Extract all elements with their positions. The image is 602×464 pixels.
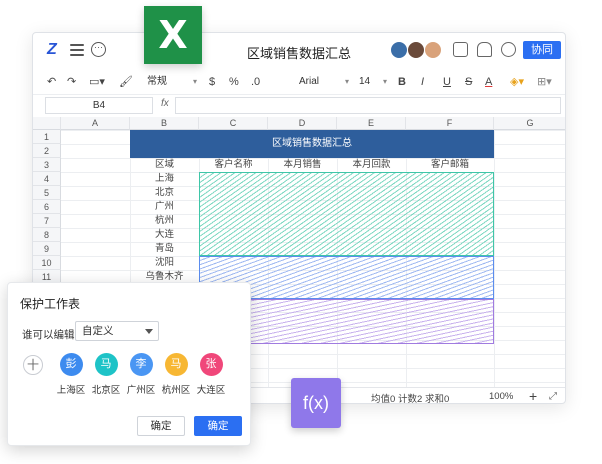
row-header[interactable]: 5 (33, 186, 61, 200)
row-header[interactable]: 7 (33, 214, 61, 228)
column-header[interactable]: B (130, 117, 199, 130)
avatar[interactable] (390, 41, 408, 59)
region-cell[interactable]: 广州 (130, 200, 199, 214)
region-cell[interactable]: 青岛 (130, 242, 199, 256)
fill-color-icon[interactable]: ◈▾ (510, 74, 524, 90)
column-header[interactable]: F (406, 117, 494, 130)
confirm-button[interactable]: 确定 (194, 416, 242, 436)
add-sheet-button[interactable]: + (529, 388, 537, 403)
format-painter-icon[interactable]: 🖌︎ (119, 74, 133, 90)
header-cell[interactable]: 客户名称 (199, 158, 268, 172)
merged-title-cell[interactable]: 区域销售数据汇总 (130, 130, 494, 158)
user-name: 北京区 (91, 385, 121, 396)
protected-range-green[interactable] (199, 172, 494, 256)
row-header[interactable]: 2 (33, 144, 61, 158)
region-cell[interactable]: 沈阳 (130, 256, 199, 270)
user-name: 杭州区 (161, 385, 191, 396)
column-header[interactable]: G (494, 117, 565, 130)
collaborate-button[interactable]: 协同 (523, 41, 561, 59)
editor-label: 谁可以编辑 (22, 329, 75, 341)
column-header[interactable]: A (61, 117, 130, 130)
font-size-select[interactable]: 14 ▾ (359, 73, 387, 91)
status-average: 均值0 (371, 394, 396, 404)
border-icon[interactable]: ⊞▾ (537, 74, 552, 90)
chevron-down-icon (145, 329, 153, 334)
user-name: 大连区 (196, 385, 226, 396)
column-header[interactable]: E (337, 117, 406, 130)
status-sum: 求和0 (425, 394, 450, 404)
avatar: 马 (94, 353, 118, 376)
row-header[interactable]: 9 (33, 242, 61, 256)
header-cell[interactable]: 本月销售 (268, 158, 337, 172)
user-item[interactable]: 彭 上海区 (51, 353, 91, 396)
region-cell[interactable]: 大连 (130, 228, 199, 242)
user-item[interactable]: 马 杭州区 (156, 353, 196, 396)
fx-icon: fx (161, 98, 169, 109)
fullscreen-icon[interactable]: ⤢ (549, 391, 557, 402)
user-item[interactable]: 马 北京区 (86, 353, 126, 396)
row-header[interactable]: 10 (33, 256, 61, 270)
undo-icon[interactable]: ↶ (47, 74, 56, 90)
format-toolbar: ↶ ↷ ▭▾ 🖌︎ 常规 ▾ $ % .0 Arial ▾ 14 ▾ B I U S … (33, 69, 565, 95)
avatar: 李 (129, 353, 153, 376)
panel-title: 保护工作表 (20, 297, 81, 311)
strikethrough-button[interactable]: S (465, 74, 472, 90)
add-user-button[interactable]: 十 (23, 355, 43, 375)
row-header[interactable]: 6 (33, 200, 61, 214)
row-header[interactable]: 1 (33, 130, 61, 144)
currency-button[interactable]: $ (209, 74, 215, 90)
row-header[interactable]: 3 (33, 158, 61, 172)
excel-logo-icon: X (144, 6, 202, 64)
avatar: 马 (164, 353, 188, 376)
underline-button[interactable]: U (443, 74, 451, 90)
cancel-button[interactable]: 确定 (137, 416, 185, 436)
formula-bar: B4 fx (33, 95, 565, 117)
column-header[interactable]: D (268, 117, 337, 130)
header-cell[interactable]: 区域 (130, 158, 199, 172)
header-cell[interactable]: 客户邮箱 (406, 158, 494, 172)
italic-button[interactable]: I (421, 74, 424, 90)
region-cell[interactable]: 北京 (130, 186, 199, 200)
bold-button[interactable]: B (398, 74, 406, 90)
status-count: 计数2 (398, 394, 423, 404)
avatar: 张 (199, 353, 223, 376)
user-name: 广州区 (126, 385, 156, 396)
region-cell[interactable]: 杭州 (130, 214, 199, 228)
number-format-select[interactable]: 常规 ▾ (147, 73, 197, 91)
function-badge-icon: f(x) (291, 378, 341, 428)
column-header[interactable]: C (199, 117, 268, 130)
title-bar: Z ··· 区域销售数据汇总 协同 (33, 33, 565, 67)
redo-icon[interactable]: ↷ (67, 74, 76, 90)
region-cell[interactable]: 上海 (130, 172, 199, 186)
editor-permission-select[interactable]: 自定义 (75, 321, 159, 341)
percent-button[interactable]: % (229, 74, 239, 90)
avatar: 彭 (59, 353, 83, 376)
avatar[interactable] (424, 41, 442, 59)
format-copy-icon[interactable]: ▭▾ (89, 74, 105, 90)
font-select[interactable]: Arial ▾ (299, 73, 349, 91)
user-item[interactable]: 张 大连区 (191, 353, 231, 396)
user-item[interactable]: 李 广州区 (121, 353, 161, 396)
user-name: 上海区 (56, 385, 86, 396)
corner-cell[interactable] (33, 117, 61, 130)
bell-icon[interactable] (477, 42, 492, 57)
history-icon[interactable] (501, 42, 516, 57)
header-cell[interactable]: 本月回款 (337, 158, 406, 172)
row-header[interactable]: 8 (33, 228, 61, 242)
formula-input[interactable] (175, 97, 561, 114)
share-icon[interactable] (453, 42, 468, 57)
zoom-level[interactable]: 100% (489, 391, 513, 402)
avatar[interactable] (407, 41, 425, 59)
font-color-button[interactable]: A (485, 74, 492, 90)
protect-sheet-panel: 保护工作表 谁可以编辑 自定义 十 彭 上海区 马 北京区 李 广州区 马 杭州… (7, 282, 251, 446)
cell-reference-box[interactable]: B4 (45, 97, 153, 114)
decimal-button[interactable]: .0 (251, 74, 260, 90)
row-header[interactable]: 4 (33, 172, 61, 186)
